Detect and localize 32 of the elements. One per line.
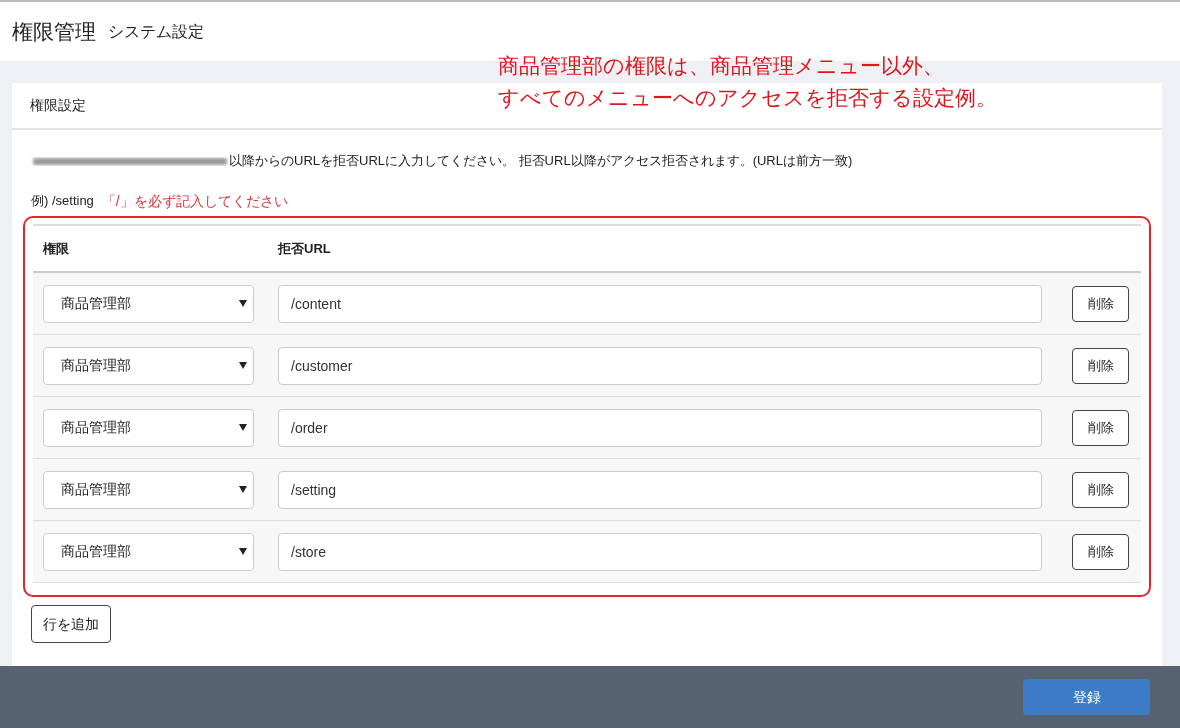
role-select[interactable]: 商品管理部	[43, 408, 254, 447]
url-input[interactable]: /order	[278, 408, 1042, 447]
register-button[interactable]: 登録	[1023, 679, 1150, 715]
page-subtitle: システム設定	[108, 21, 204, 42]
url-input[interactable]: /customer	[278, 346, 1042, 385]
url-input[interactable]: /content	[278, 284, 1042, 323]
card-title: 権限設定	[30, 96, 86, 115]
caret-icon	[239, 300, 247, 307]
role-select[interactable]: 商品管理部	[43, 346, 254, 385]
delete-button[interactable]: 削除	[1072, 533, 1129, 570]
role-select[interactable]: 商品管理部	[43, 532, 254, 571]
example-text: 例) /setting	[31, 192, 94, 211]
caret-icon	[239, 486, 247, 493]
caret-icon	[239, 424, 247, 431]
annotation-text: 商品管理部の権限は、商品管理メニュー以外、	[498, 53, 945, 79]
example-note: 「/」を必ず記入してください	[101, 191, 288, 211]
delete-button[interactable]: 削除	[1072, 409, 1129, 446]
instruction-text: 以降からのURLを拒否URLに入力してください。 拒否URL以降がアクセス拒否されます。(URLは前方一致)	[229, 152, 853, 171]
delete-button[interactable]: 削除	[1072, 285, 1129, 322]
column-header: 権限	[43, 240, 69, 256]
delete-button[interactable]: 削除	[1072, 471, 1129, 508]
add-row-button[interactable]: 行を追加	[31, 605, 111, 643]
caret-icon	[239, 548, 247, 555]
annotation-text: すべてのメニューへのアクセスを拒否する設定例。	[498, 85, 997, 111]
column-header: 拒否URL	[278, 240, 331, 256]
caret-icon	[239, 362, 247, 369]
role-select[interactable]: 商品管理部	[43, 284, 254, 323]
role-select[interactable]: 商品管理部	[43, 470, 254, 509]
delete-button[interactable]: 削除	[1072, 347, 1129, 384]
url-input[interactable]: /store	[278, 532, 1042, 571]
page-title: 権限管理	[12, 18, 96, 45]
url-input[interactable]: /setting	[278, 470, 1042, 509]
